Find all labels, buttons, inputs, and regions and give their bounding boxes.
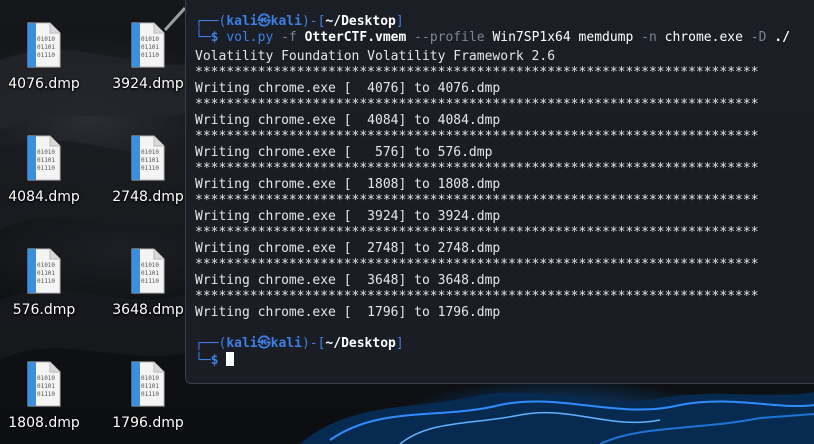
terminal-window[interactable]: ┌──(kali㉿kali)-[~/Desktop] └─$ vol.py -f… [185,0,814,384]
svg-text:01010: 01010 [141,375,159,382]
prompt-frame: )-[ [301,336,326,351]
output-line: Writing chrome.exe [ 1796] to 1796.dmp [195,305,501,320]
command-profile: Win7SP1x64 [492,30,571,45]
command-flag: -n [641,30,665,45]
prompt-user: kali㉿kali [226,14,302,29]
svg-text:01101: 01101 [141,157,159,164]
prompt-path: ~/Desktop [325,14,396,29]
binary-file-icon: 01010 01101 01110 [27,361,61,407]
svg-text:01110: 01110 [37,52,55,59]
binary-file-icon: 01010 01101 01110 [131,135,165,181]
command-flag: -D [742,30,775,45]
output-line: Writing chrome.exe [ 1808] to 1808.dmp [195,177,501,192]
svg-text:01101: 01101 [37,44,55,51]
desktop-file-label: 2748.dmp [112,189,184,205]
output-line: ****************************************… [195,161,759,176]
output-line: Writing chrome.exe [ 2748] to 2748.dmp [195,241,501,256]
output-line: Writing chrome.exe [ 3648] to 3648.dmp [195,273,501,288]
prompt-line: ┌──(kali㉿kali)-[~/Desktop] [195,336,404,352]
output-line: ****************************************… [195,289,759,304]
prompt-line: ┌──(kali㉿kali)-[~/Desktop] [195,14,404,30]
svg-text:01110: 01110 [37,278,55,285]
svg-text:01010: 01010 [37,36,55,43]
svg-text:01010: 01010 [141,262,159,269]
output-line: ****************************************… [195,257,759,272]
desktop-file-label: 1808.dmp [8,415,80,431]
output-line: Writing chrome.exe [ 576] to 576.dmp [195,145,493,160]
binary-file-icon: 01010 01101 01110 [131,248,165,294]
svg-text:01010: 01010 [37,375,55,382]
svg-text:01110: 01110 [141,278,159,285]
prompt-dollar: $ [210,30,227,45]
output-line: Writing chrome.exe [ 3924] to 3924.dmp [195,209,501,224]
prompt-frame: ] [395,336,404,351]
binary-file-icon: 01010 01101 01110 [131,361,165,407]
output-line: ****************************************… [195,193,759,208]
command-dir: ./ [774,30,790,45]
desktop-file-label: 3648.dmp [112,302,184,318]
desktop-file-label: 576.dmp [12,302,76,318]
prompt-frame: ┌──( [195,14,227,29]
svg-text:01010: 01010 [37,149,55,156]
prompt-path: ~/Desktop [325,336,396,351]
desktop-file-4084[interactable]: 01010 01101 01110 4084.dmp [0,113,96,213]
output-line: Writing chrome.exe [ 4076] to 4076.dmp [195,81,501,96]
svg-text:01101: 01101 [37,383,55,390]
binary-file-icon: 01010 01101 01110 [27,22,61,68]
command-plugin: memdump [570,30,642,45]
prompt-frame: ┌──( [195,336,227,351]
command-flag: -f [273,30,305,45]
prompt-frame: └─ [195,30,211,45]
text-cursor[interactable] [226,352,235,366]
command-line: └─$ vol.py -f OtterCTF.vmem --profile Wi… [195,30,790,46]
svg-text:01110: 01110 [37,391,55,398]
svg-text:01110: 01110 [37,165,55,172]
svg-text:01110: 01110 [141,391,159,398]
desktop-file-label: 4084.dmp [8,189,80,205]
output-line: Writing chrome.exe [ 4084] to 4084.dmp [195,113,501,128]
prompt-user: kali㉿kali [226,336,302,351]
svg-text:01101: 01101 [37,157,55,164]
desktop-file-576[interactable]: 01010 01101 01110 576.dmp [0,226,96,326]
desktop-file-1808[interactable]: 01010 01101 01110 1808.dmp [0,339,96,439]
desktop-file-4076[interactable]: 01010 01101 01110 4076.dmp [0,0,96,100]
command-flag: --profile [406,30,493,45]
input-line[interactable]: └─$ [195,352,235,368]
output-line: ****************************************… [195,225,759,240]
svg-text:01010: 01010 [141,36,159,43]
output-line: Volatility Foundation Volatility Framewo… [195,49,556,64]
svg-text:01010: 01010 [141,149,159,156]
output-line: ****************************************… [195,97,759,112]
output-line: ****************************************… [195,65,759,80]
svg-text:01110: 01110 [141,165,159,172]
desktop-file-label: 3924.dmp [112,76,184,92]
svg-text:01010: 01010 [37,262,55,269]
prompt-frame: )-[ [301,14,326,29]
svg-text:01110: 01110 [141,52,159,59]
svg-text:01101: 01101 [37,270,55,277]
binary-file-icon: 01010 01101 01110 [27,248,61,294]
prompt-dollar: $ [210,353,227,368]
command-file: OtterCTF.vmem [304,30,407,45]
binary-file-icon: 01010 01101 01110 [27,135,61,181]
svg-text:01101: 01101 [141,270,159,277]
command-process: chrome.exe [664,30,743,45]
desktop-file-label: 1796.dmp [112,415,184,431]
binary-file-icon: 01010 01101 01110 [131,22,165,68]
prompt-frame: ] [395,14,404,29]
desktop-file-label: 4076.dmp [8,76,80,92]
svg-text:01101: 01101 [141,383,159,390]
output-line: ****************************************… [195,129,759,144]
command-program: vol.py [226,30,274,45]
svg-text:01101: 01101 [141,44,159,51]
prompt-frame: └─ [195,353,211,368]
